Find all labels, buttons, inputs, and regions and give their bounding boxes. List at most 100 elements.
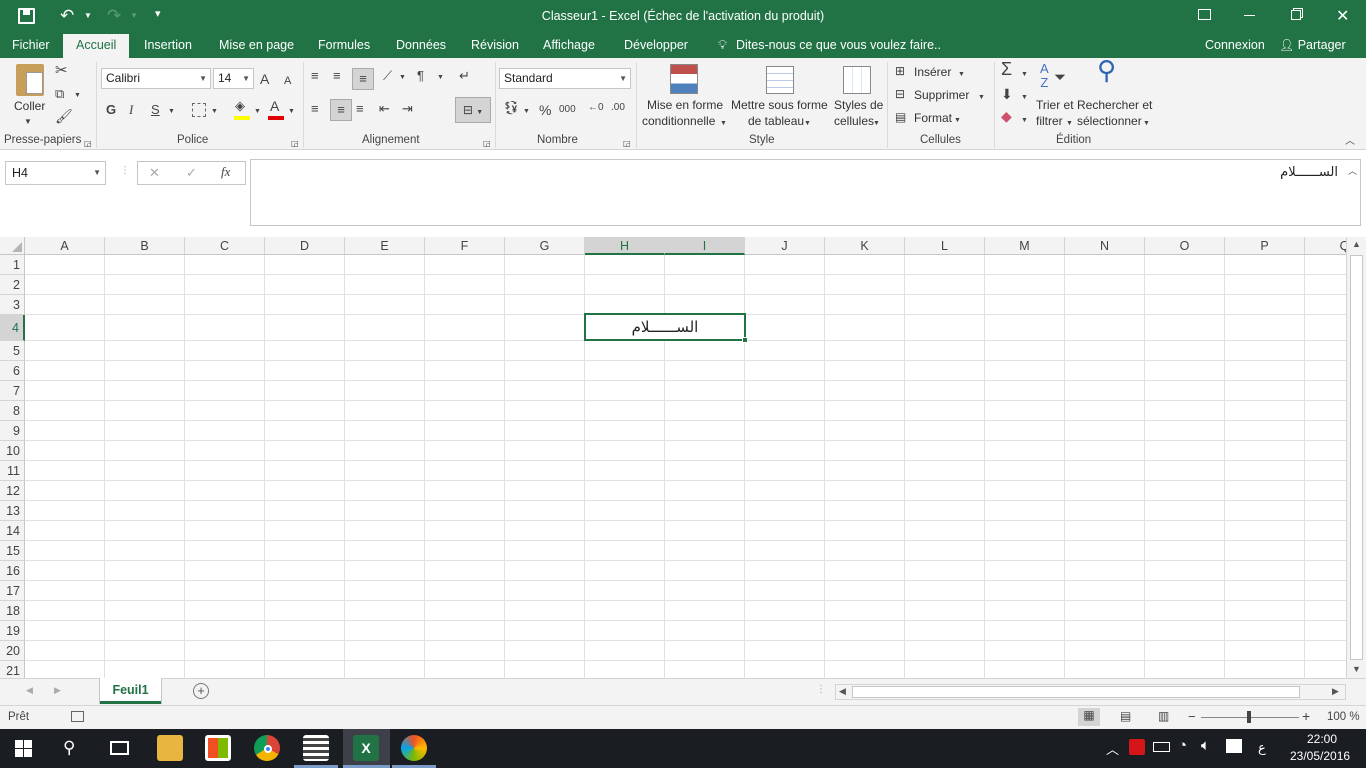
- row-header-4[interactable]: 4: [0, 315, 25, 341]
- active-cell-H4[interactable]: الســــــلام: [584, 313, 748, 343]
- column-header-L[interactable]: L: [905, 237, 985, 255]
- action-center-icon[interactable]: [1226, 739, 1242, 753]
- row-header-21[interactable]: 21: [0, 661, 25, 678]
- accounting-dropdown-icon[interactable]: ▼: [523, 104, 530, 120]
- column-header-F[interactable]: F: [425, 237, 505, 255]
- redo-dropdown-icon[interactable]: ▼: [130, 11, 138, 20]
- increase-indent-icon[interactable]: ⇥: [402, 101, 413, 117]
- decrease-indent-icon[interactable]: ⇤: [379, 101, 390, 117]
- zoom-in-button[interactable]: +: [1302, 708, 1310, 724]
- delete-cells-button[interactable]: Supprimer: [914, 88, 969, 102]
- insert-dropdown-icon[interactable]: ▼: [958, 67, 965, 83]
- conditional-formatting-icon[interactable]: [670, 64, 698, 94]
- format-as-table-icon[interactable]: [766, 66, 794, 94]
- column-header-G[interactable]: G: [505, 237, 585, 255]
- resize-handle-icon[interactable]: ⋮: [120, 165, 130, 176]
- clear-icon[interactable]: ◆: [1001, 108, 1012, 124]
- customize-qat-icon[interactable]: ▾: [155, 7, 161, 20]
- row-header-10[interactable]: 10: [0, 441, 25, 461]
- scroll-left-icon[interactable]: ◀: [839, 686, 846, 697]
- task-view-icon[interactable]: [110, 741, 129, 755]
- autosum-icon[interactable]: Σ: [1001, 60, 1012, 78]
- sign-in-link[interactable]: Connexion: [1205, 34, 1265, 58]
- tab-review[interactable]: Révision: [471, 34, 519, 58]
- font-name-dropdown[interactable]: Calibri ▼: [101, 68, 211, 89]
- scroll-right-icon[interactable]: ▶: [1332, 686, 1339, 697]
- autosum-dropdown-icon[interactable]: ▼: [1021, 67, 1028, 83]
- find-select-label-1[interactable]: Rechercher et: [1077, 98, 1152, 112]
- tab-splitter-icon[interactable]: ⋮: [816, 684, 826, 695]
- align-left-icon[interactable]: ≡: [311, 101, 319, 117]
- save-icon[interactable]: [18, 8, 35, 24]
- zoom-out-button[interactable]: −: [1188, 709, 1196, 724]
- undo-dropdown-icon[interactable]: ▼: [84, 11, 92, 20]
- align-center-icon[interactable]: ≡: [330, 99, 352, 121]
- cut-icon[interactable]: ✂: [55, 63, 68, 79]
- format-cells-icon[interactable]: ▤: [895, 109, 906, 125]
- format-dropdown-icon[interactable]: ▼: [954, 113, 961, 129]
- network-icon[interactable]: ◔: [1178, 737, 1187, 754]
- find-select-label-2[interactable]: sélectionner: [1077, 114, 1142, 128]
- show-hidden-icons[interactable]: ︿: [1106, 739, 1119, 758]
- row-header-16[interactable]: 16: [0, 561, 25, 581]
- row-header-6[interactable]: 6: [0, 361, 25, 381]
- conditional-formatting-label-1[interactable]: Mise en forme: [647, 98, 723, 112]
- column-header-J[interactable]: J: [745, 237, 825, 255]
- scroll-thumb[interactable]: [1350, 255, 1363, 660]
- paint-icon[interactable]: [401, 735, 427, 761]
- zoom-slider-thumb[interactable]: [1247, 711, 1251, 723]
- orientation-icon[interactable]: ⟋: [383, 68, 392, 84]
- calculator-icon[interactable]: [303, 735, 329, 761]
- windows-start-icon[interactable]: [15, 740, 32, 757]
- tab-file[interactable]: Fichier: [12, 34, 50, 58]
- row-header-12[interactable]: 12: [0, 481, 25, 501]
- align-right-icon[interactable]: ≡: [356, 101, 364, 117]
- page-break-view-icon[interactable]: ▥: [1158, 709, 1169, 723]
- font-color-dropdown-icon[interactable]: ▼: [288, 104, 295, 120]
- number-format-dropdown[interactable]: Standard ▼: [499, 68, 631, 89]
- wrap-text-icon[interactable]: ↵: [459, 68, 470, 84]
- column-header-B[interactable]: B: [105, 237, 185, 255]
- row-header-19[interactable]: 19: [0, 621, 25, 641]
- insert-function-icon[interactable]: fx: [221, 164, 230, 180]
- paste-icon[interactable]: [16, 64, 44, 96]
- row-header-13[interactable]: 13: [0, 501, 25, 521]
- fill-handle[interactable]: [742, 337, 748, 343]
- clear-dropdown-icon[interactable]: ▼: [1021, 113, 1028, 129]
- sort-filter-label-1[interactable]: Trier et: [1036, 98, 1074, 112]
- font-size-dropdown[interactable]: 14 ▼: [213, 68, 254, 89]
- row-header-1[interactable]: 1: [0, 255, 25, 275]
- merge-center-button[interactable]: ⊟ ▼: [455, 97, 491, 123]
- sort-filter-icon[interactable]: AZ: [1040, 62, 1049, 90]
- scroll-up-icon[interactable]: ▲: [1352, 239, 1361, 249]
- borders-dropdown-icon[interactable]: ▼: [211, 104, 218, 120]
- battery-icon[interactable]: [1153, 742, 1170, 752]
- decrease-decimal-icon[interactable]: .00: [611, 100, 625, 116]
- clock-time[interactable]: 22:00: [1307, 732, 1337, 746]
- input-language[interactable]: ع: [1258, 740, 1266, 756]
- borders-icon[interactable]: [192, 103, 206, 117]
- column-header-H[interactable]: H: [585, 237, 665, 255]
- fill-color-icon[interactable]: ◈: [235, 98, 245, 114]
- align-bottom-icon[interactable]: ≡: [352, 68, 374, 90]
- row-header-2[interactable]: 2: [0, 275, 25, 295]
- page-layout-view-icon[interactable]: ▤: [1120, 709, 1131, 723]
- column-header-E[interactable]: E: [345, 237, 425, 255]
- name-box[interactable]: H4 ▼: [5, 161, 106, 185]
- orientation-dropdown-icon[interactable]: ▼: [399, 70, 406, 86]
- tab-data[interactable]: Données: [396, 34, 446, 58]
- file-explorer-icon[interactable]: [157, 735, 183, 761]
- increase-decimal-icon[interactable]: ←0: [588, 100, 604, 116]
- sheet-next-icon[interactable]: ▶: [54, 685, 61, 696]
- paste-dropdown-icon[interactable]: ▼: [24, 114, 32, 130]
- store-icon[interactable]: [205, 735, 231, 761]
- fill-icon[interactable]: ⬇: [1001, 86, 1013, 102]
- column-header-Q[interactable]: Q: [1305, 237, 1346, 255]
- cell-styles-icon[interactable]: [843, 66, 871, 94]
- zoom-level[interactable]: 100 %: [1327, 711, 1360, 723]
- confirm-entry-icon[interactable]: ✓: [186, 165, 197, 181]
- align-top-icon[interactable]: ≡: [311, 68, 319, 84]
- align-middle-icon[interactable]: ≡: [333, 68, 341, 84]
- volume-icon[interactable]: 🔈︎: [1201, 737, 1210, 754]
- horizontal-scrollbar[interactable]: ◀ ▶: [835, 684, 1346, 700]
